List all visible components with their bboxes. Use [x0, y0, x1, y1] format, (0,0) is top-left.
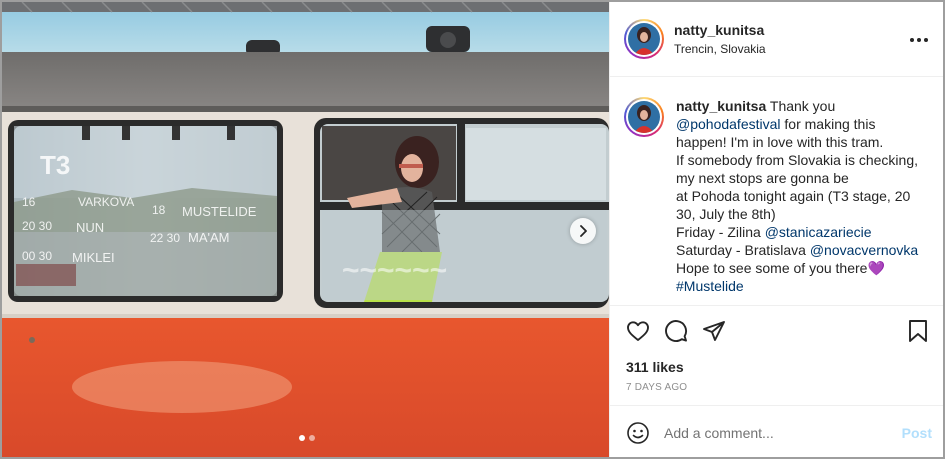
sign-time-3: 00 30 — [22, 249, 52, 263]
caption-line-6: 30, July the 8th) — [676, 206, 776, 222]
caption-line-8: Saturday - Bratislava @novacvernovka — [676, 242, 919, 258]
comment-input[interactable] — [664, 424, 884, 441]
sign-act-2: NUN — [76, 220, 104, 235]
comments-section: natty_kunitsa Thank you @pohodafestival … — [610, 77, 943, 305]
tram-photo: T3 16 20 30 00 30 VARKOVA NUN MIKLEI 18 … — [2, 2, 609, 457]
avatar[interactable] — [624, 19, 664, 59]
next-slide-button[interactable] — [570, 218, 596, 244]
caption-line-1: @pohodafestival for making this — [676, 116, 876, 132]
paper-plane-icon — [703, 321, 725, 341]
caption-line-3: If somebody from Slovakia is checking, — [676, 152, 918, 168]
sign-time-1: 16 — [22, 195, 36, 209]
caption-avatar-image — [628, 101, 660, 133]
comment-button[interactable] — [662, 317, 690, 345]
mention-novacvernovka[interactable]: @novacvernovka — [810, 242, 918, 258]
action-bar — [610, 306, 943, 356]
caption-line-9: Hope to see some of you there💜 — [676, 260, 885, 276]
caption-username[interactable]: natty_kunitsa — [676, 98, 766, 114]
sign-act-4: MUSTELIDE — [182, 204, 257, 219]
carousel-dot-active — [299, 435, 305, 441]
mention-pohodafestival[interactable]: @pohodafestival — [676, 116, 781, 132]
sign-act-3: MIKLEI — [72, 250, 115, 265]
post-details-panel: natty_kunitsa Trencin, Slovakia natty_ku… — [609, 2, 943, 457]
like-count[interactable]: 311 likes — [610, 356, 943, 378]
chevron-right-icon — [580, 225, 587, 237]
post-username[interactable]: natty_kunitsa — [674, 22, 766, 38]
caption-line-0: natty_kunitsa Thank you — [676, 98, 836, 114]
comment-icon — [665, 320, 687, 342]
share-button[interactable] — [700, 317, 728, 345]
emoji-icon — [627, 421, 649, 444]
hashtag-mustelide[interactable]: #Mustelide — [676, 278, 744, 294]
post-modal: T3 16 20 30 00 30 VARKOVA NUN MIKLEI 18 … — [0, 0, 945, 459]
carousel-indicator — [299, 435, 315, 441]
post-caption: natty_kunitsa Thank you @pohodafestival … — [676, 97, 931, 305]
post-location[interactable]: Trencin, Slovakia — [674, 42, 766, 56]
carousel-dot — [309, 435, 315, 441]
caption-line-4: my next stops are gonna be — [676, 170, 849, 186]
save-button[interactable] — [904, 317, 932, 345]
mention-stanicazariecie[interactable]: @stanicazariecie — [765, 224, 872, 240]
caption-avatar[interactable] — [624, 97, 664, 137]
caption-line-10: #Mustelide — [676, 277, 931, 295]
sign-time-5: 22 30 — [150, 231, 180, 245]
post-comment-button[interactable]: Post — [902, 425, 932, 441]
sign-act-5: MA'AM — [188, 230, 229, 245]
heart-icon — [627, 321, 649, 341]
more-options-icon[interactable] — [909, 32, 929, 48]
post-photo[interactable]: T3 16 20 30 00 30 VARKOVA NUN MIKLEI 18 … — [2, 2, 609, 457]
post-date[interactable]: 7 DAYS AGO — [610, 382, 943, 393]
caption-line-2: happen! I'm in love with this tram. — [676, 134, 884, 150]
caption-line-5: at Pohoda tonight again (T3 stage, 20 — [676, 188, 911, 204]
caption-line-7: Friday - Zilina @stanicazariecie — [676, 224, 872, 240]
like-button[interactable] — [624, 317, 652, 345]
avatar-image — [628, 23, 660, 55]
sign-title: T3 — [40, 150, 70, 180]
sign-time-2: 20 30 — [22, 219, 52, 233]
post-actions-section: 311 likes 7 DAYS AGO — [610, 305, 943, 405]
svg-text:~~~~~~: ~~~~~~ — [342, 254, 447, 287]
add-comment-bar: Post — [610, 405, 943, 457]
sign-time-4: 18 — [152, 203, 166, 217]
emoji-button[interactable] — [624, 419, 652, 447]
bookmark-icon — [909, 320, 927, 342]
post-header: natty_kunitsa Trencin, Slovakia — [610, 2, 943, 77]
sign-act-1: VARKOVA — [78, 195, 134, 209]
